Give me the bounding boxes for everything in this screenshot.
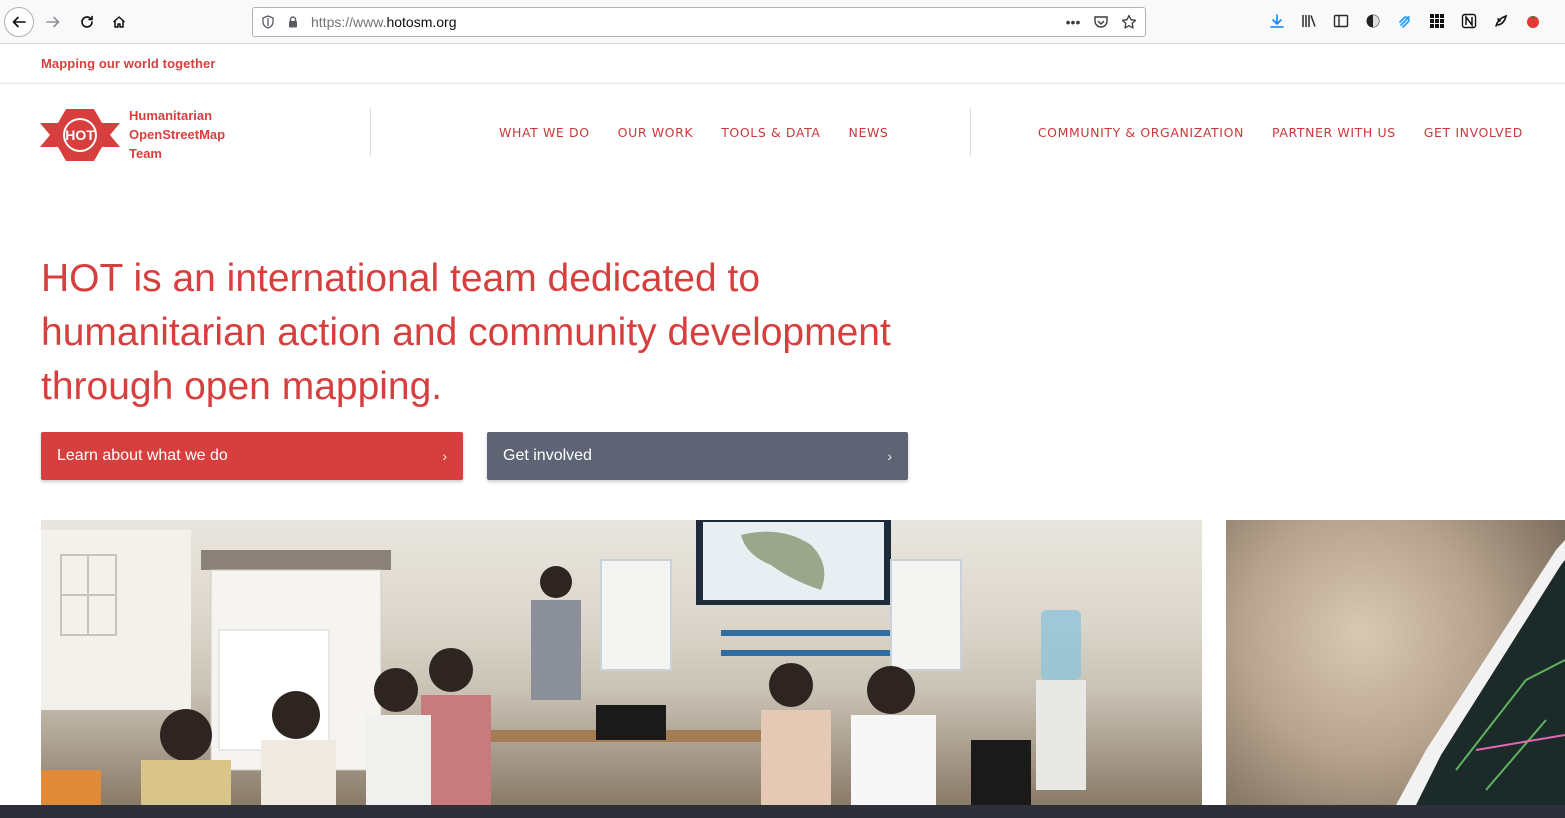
logo-line: Humanitarian: [129, 108, 213, 123]
workshop-photo-illustration: [41, 520, 1086, 805]
library-icon[interactable]: [1298, 10, 1319, 32]
nav-get-involved[interactable]: GET INVOLVED: [1424, 125, 1523, 140]
get-involved-label: Get involved: [503, 447, 592, 464]
grid-icon[interactable]: [1426, 10, 1447, 32]
sidebar-icon[interactable]: [1330, 10, 1351, 32]
svg-text:HOT: HOT: [65, 127, 95, 143]
forward-arrow-icon[interactable]: [38, 7, 68, 37]
hero-photo-mapping-workshop: [41, 520, 1202, 805]
home-icon[interactable]: [104, 7, 134, 37]
site-tagline: Mapping our world together: [41, 56, 216, 71]
hot-logo[interactable]: HOT Humanitarian OpenStreetMap Team: [40, 106, 225, 163]
nav-divider: [970, 108, 971, 156]
logo-line: Team: [129, 146, 162, 161]
get-involved-button[interactable]: Get involved ›: [487, 432, 908, 480]
url-text: https://www.hotosm.org: [311, 14, 457, 30]
nav-partner-with-us[interactable]: PARTNER WITH US: [1272, 125, 1396, 140]
chevron-right-icon: ›: [887, 448, 892, 464]
ellipsis-icon[interactable]: •••: [1063, 12, 1083, 32]
browser-toolbar: https://www.hotosm.org •••: [0, 0, 1565, 44]
lock-icon[interactable]: [286, 15, 300, 29]
nav-our-work[interactable]: OUR WORK: [618, 125, 694, 140]
tracking-shield-icon[interactable]: [261, 15, 275, 29]
hot-logo-mark-icon: HOT: [40, 108, 120, 161]
notion-icon[interactable]: [1458, 10, 1479, 32]
tagline-bar: Mapping our world together: [0, 44, 1565, 84]
nav-what-we-do[interactable]: WHAT WE DO: [499, 125, 590, 140]
secondary-navigation: COMMUNITY & ORGANIZATION PARTNER WITH US…: [1038, 125, 1523, 140]
extension-icon-3[interactable]: [1490, 10, 1511, 32]
extension-icon-2[interactable]: [1394, 10, 1415, 32]
hero-photo-printed-map: [1226, 520, 1565, 805]
learn-about-label: Learn about what we do: [57, 447, 228, 464]
logo-wordmark: Humanitarian OpenStreetMap Team: [129, 106, 225, 163]
logo-line: OpenStreetMap: [129, 127, 226, 142]
nav-community-organization[interactable]: COMMUNITY & ORGANIZATION: [1038, 125, 1244, 140]
printed-map-illustration: [1396, 540, 1565, 805]
tomato-icon[interactable]: [1522, 10, 1543, 32]
site-header: HOT Humanitarian OpenStreetMap Team WHAT…: [0, 84, 1565, 180]
learn-about-button[interactable]: Learn about what we do ›: [41, 432, 463, 480]
nav-divider: [370, 108, 371, 156]
download-icon[interactable]: [1266, 10, 1287, 32]
nav-news[interactable]: NEWS: [849, 125, 889, 140]
star-icon[interactable]: [1119, 12, 1139, 32]
hero-heading: HOT is an international team dedicated t…: [41, 257, 891, 408]
reload-icon[interactable]: [72, 7, 102, 37]
chevron-right-icon: ›: [442, 448, 447, 464]
address-bar[interactable]: https://www.hotosm.org •••: [252, 7, 1146, 37]
pocket-icon[interactable]: [1091, 12, 1111, 32]
extension-icon-1[interactable]: [1362, 10, 1383, 32]
back-arrow-icon[interactable]: [4, 7, 34, 37]
main-navigation: WHAT WE DO OUR WORK TOOLS & DATA NEWS: [499, 125, 888, 140]
dark-band: [0, 805, 1565, 818]
nav-tools-data[interactable]: TOOLS & DATA: [721, 125, 820, 140]
